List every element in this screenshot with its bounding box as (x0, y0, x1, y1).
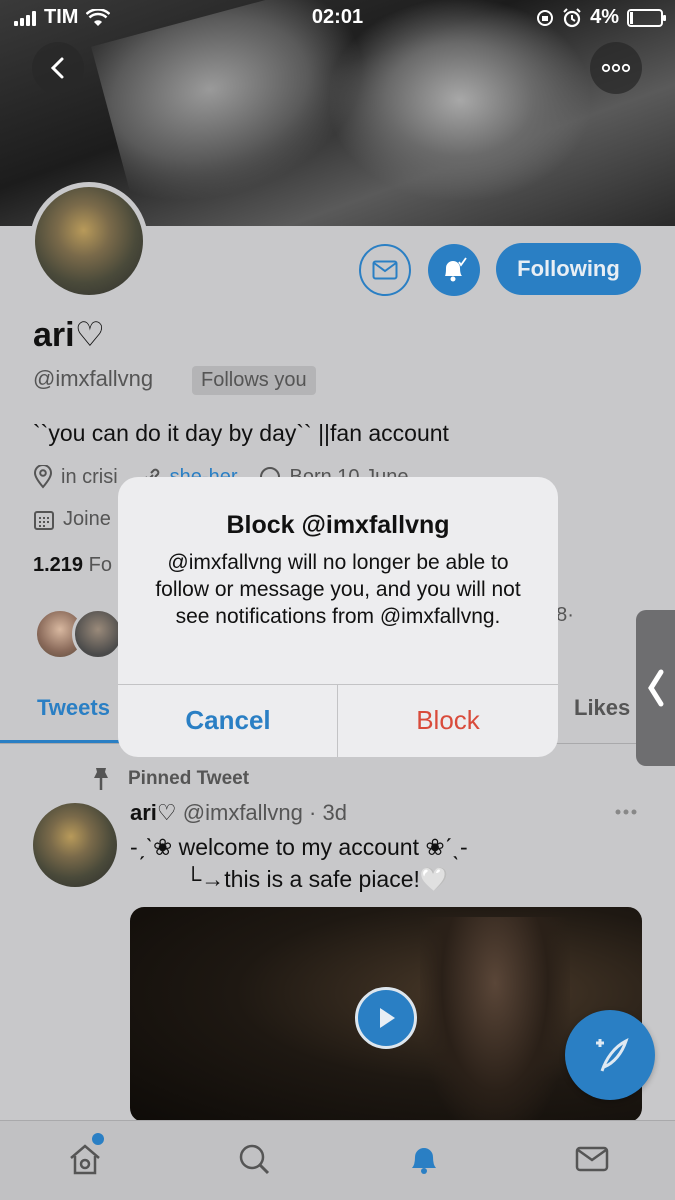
back-icon (50, 57, 64, 79)
tab-notifications[interactable] (404, 1139, 444, 1179)
message-button[interactable] (359, 244, 411, 296)
search-icon (239, 1144, 270, 1175)
orientation-lock-icon (537, 9, 554, 26)
profile-location: in crisi (61, 465, 118, 488)
back-button[interactable] (32, 42, 84, 94)
side-panel-handle[interactable] (636, 610, 675, 766)
block-button[interactable]: Block (338, 684, 558, 757)
profile-name: ari♡ (33, 316, 106, 354)
calendar-icon (34, 510, 54, 530)
more-dots-icon (615, 809, 637, 815)
profile-avatar[interactable] (30, 182, 148, 300)
profile-bio: ``you can do it day by day`` ||fan accou… (33, 420, 449, 446)
location-icon (33, 465, 53, 489)
pinned-tweet-text: Pinned Tweet (128, 768, 250, 789)
tab-home[interactable] (65, 1139, 105, 1179)
following-button[interactable]: Following (496, 243, 641, 295)
tweet-author-handle: @imxfallvng (182, 800, 303, 825)
notifications-toggle-button[interactable] (428, 244, 480, 296)
followers-you-know[interactable] (34, 608, 124, 660)
notifications-icon (412, 1148, 436, 1174)
home-icon (70, 1144, 100, 1175)
following-count-label: Fo (88, 554, 112, 576)
tweet-more-button[interactable] (614, 796, 638, 822)
tweet-text-line: -ˏˋ❀ welcome to my account ❀ˊˎ- (130, 834, 468, 860)
tweet-age: 3d (322, 800, 347, 825)
profile-joined: Joine (63, 508, 111, 530)
tweet-header: ari♡ @imxfallvng · 3d (130, 800, 347, 825)
tweet-video[interactable] (130, 907, 642, 1122)
tab-search[interactable] (234, 1139, 274, 1179)
home-new-content-dot (92, 1133, 104, 1145)
bottom-tab-bar (0, 1120, 675, 1200)
profile-joined-row: Joine (33, 508, 111, 531)
pin-icon (94, 768, 108, 790)
play-icon (380, 1008, 395, 1028)
tab-likes[interactable]: Likes (574, 695, 630, 721)
mail-icon (372, 260, 398, 280)
tweet-text-line: └→this is a safe piace!🤍 (185, 866, 449, 892)
compose-tweet-button[interactable] (565, 1010, 655, 1100)
more-button[interactable] (590, 42, 642, 94)
more-icon (601, 63, 631, 73)
battery-percent: 4% (590, 6, 619, 28)
compose-icon (596, 1038, 629, 1072)
following-count-value: 1.219 (33, 554, 84, 576)
dialog-title: Block @imxfallvng (226, 511, 450, 539)
messages-icon (575, 1146, 609, 1172)
follows-you-badge: Follows you (192, 366, 316, 395)
tweet-author-name: ari♡ (130, 800, 177, 825)
status-bar: TIM 02:01 4% (0, 0, 675, 34)
alarm-icon (563, 7, 581, 27)
play-button[interactable] (355, 987, 417, 1049)
profile-handle: @imxfallvng (33, 366, 154, 391)
pinned-tweet-label: Pinned Tweet (90, 766, 249, 792)
block-confirmation-dialog: Block @imxfallvng @imxfallvng will no lo… (118, 477, 558, 757)
cancel-button[interactable]: Cancel (118, 684, 338, 757)
dialog-message: @imxfallvng will no longer be able to fo… (155, 551, 521, 628)
battery-icon (627, 8, 666, 27)
bell-icon (445, 257, 467, 282)
tweet-author-avatar[interactable] (33, 803, 117, 887)
tab-tweets[interactable]: Tweets (37, 695, 110, 721)
following-count[interactable]: 1.219 Fo (33, 554, 112, 577)
tab-messages[interactable] (572, 1139, 612, 1179)
follower-avatar (72, 608, 124, 660)
chevron-left-icon (647, 669, 663, 707)
